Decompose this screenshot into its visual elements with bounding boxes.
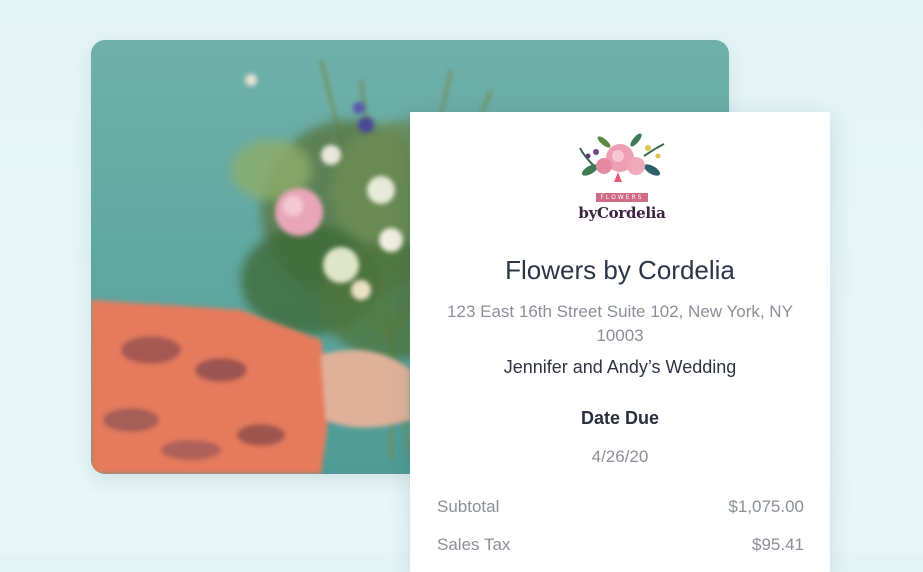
date-due-value: 4/26/20 [591,447,649,466]
logo-brand-text: byCordelia [578,204,666,222]
line-item-sales-tax: Sales Tax $95.41 [437,535,804,559]
brand-logo: FLOWERS byCordelia [574,126,670,226]
line-item-value: $1,075.00 [728,497,804,516]
business-name: Flowers by Cordelia [505,255,735,285]
line-item-value: $95.41 [752,535,804,554]
date-due-label: Date Due [580,408,660,428]
line-item-subtotal: Subtotal $1,075.00 [437,497,804,521]
business-address: 123 East 16th Street Suite 102, New York… [447,302,793,345]
line-item-label: Subtotal [437,497,500,516]
flower-logo-icon [579,133,665,182]
line-item-label: Sales Tax [437,535,511,554]
logo-flowers-band: FLOWERS [596,193,648,202]
invoice-card: FLOWERS byCordelia Flowers by Cordelia 1… [410,112,830,572]
event-name: Jennifer and Andy’s Wedding [503,357,737,377]
